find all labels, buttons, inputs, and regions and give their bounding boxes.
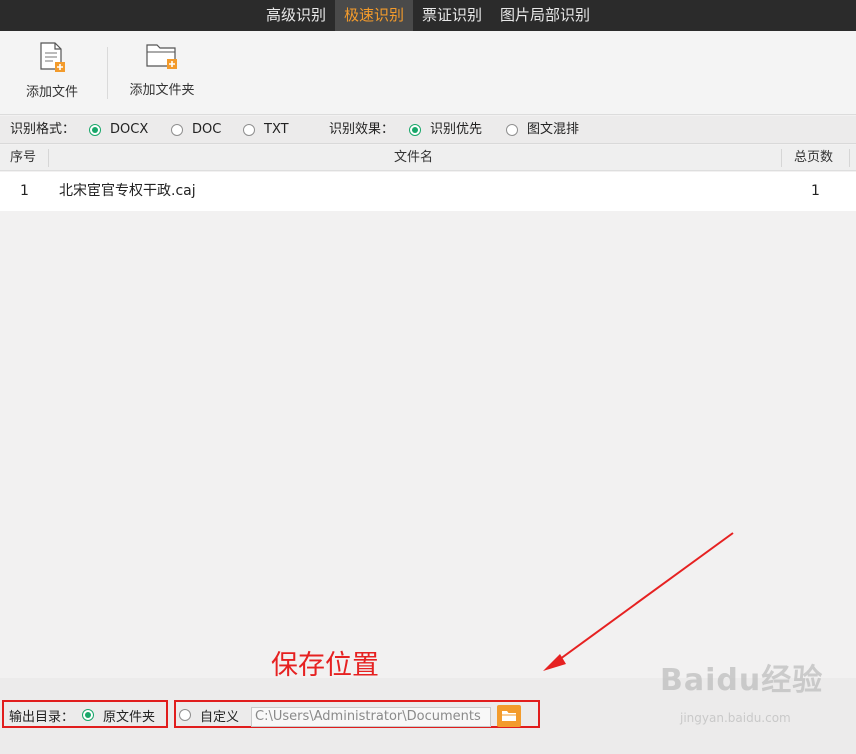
table-row[interactable]: 1 北宋宦官专权干政.caj 1 <box>0 172 856 211</box>
original-folder-label[interactable]: 原文件夹 <box>103 706 155 725</box>
add-file-label: 添加文件 <box>25 85 78 100</box>
radio-recognition-priority[interactable] <box>409 124 421 136</box>
toolbar-divider <box>107 47 108 99</box>
column-separator[interactable] <box>849 149 850 167</box>
format-label: 识别格式： <box>10 122 76 137</box>
radio-mixed-layout[interactable] <box>506 124 518 136</box>
row-index: 1 <box>20 183 29 199</box>
radio-doc[interactable] <box>171 124 183 136</box>
tab-advanced-recognition[interactable]: 高级识别 <box>257 0 335 31</box>
file-table-header: 序号 文件名 总页数 <box>0 145 856 171</box>
watermark-url: jingyan.baidu.com <box>680 711 791 725</box>
column-separator[interactable] <box>781 149 782 167</box>
recognition-options: 识别格式： DOCX DOC TXT 识别效果： 识别优先 图文混排 <box>0 116 856 144</box>
effect-mixed-label[interactable]: 图文混排 <box>527 116 579 144</box>
radio-original-folder[interactable] <box>82 709 94 721</box>
radio-docx[interactable] <box>89 124 101 136</box>
add-file-icon <box>40 42 65 72</box>
tab-image-region-recognition[interactable]: 图片局部识别 <box>491 0 599 31</box>
format-txt-label[interactable]: TXT <box>264 116 289 144</box>
file-table-body: 1 北宋宦官专权干政.caj 1 <box>0 172 856 678</box>
effect-label: 识别效果： <box>329 122 395 137</box>
annotation-text: 保存位置 <box>271 650 379 681</box>
add-folder-icon <box>146 44 177 69</box>
format-doc-label[interactable]: DOC <box>192 116 221 144</box>
top-tab-bar: 高级识别 极速识别 票证识别 图片局部识别 <box>0 0 856 31</box>
add-folder-button[interactable]: 添加文件夹 <box>126 41 198 98</box>
watermark-brand: Baidu经验 <box>660 663 824 698</box>
toolbar: 添加文件 添加文件夹 <box>0 31 856 115</box>
column-separator[interactable] <box>48 149 49 167</box>
add-folder-label: 添加文件夹 <box>129 83 195 98</box>
output-path-input[interactable]: C:\Users\Administrator\Documents <box>251 707 491 727</box>
row-filename: 北宋宦官专权干政.caj <box>59 183 196 199</box>
radio-custom[interactable] <box>179 709 191 721</box>
add-file-button[interactable]: 添加文件 <box>22 41 82 100</box>
custom-label[interactable]: 自定义 <box>200 706 239 725</box>
output-dir-label: 输出目录： <box>9 710 75 725</box>
header-index: 序号 <box>10 150 37 165</box>
row-pages: 1 <box>811 183 820 199</box>
effect-priority-label[interactable]: 识别优先 <box>430 116 482 144</box>
radio-txt[interactable] <box>243 124 255 136</box>
tab-fast-recognition[interactable]: 极速识别 <box>334 0 413 31</box>
baidu-jingyan-watermark: Baidu经验 jingyan.baidu.com <box>660 655 824 725</box>
tab-ticket-recognition[interactable]: 票证识别 <box>413 0 491 31</box>
header-filename: 文件名 <box>394 150 434 165</box>
browse-folder-button[interactable] <box>497 705 521 727</box>
header-pages: 总页数 <box>794 150 834 165</box>
format-docx-label[interactable]: DOCX <box>110 116 148 144</box>
folder-icon <box>502 711 516 721</box>
